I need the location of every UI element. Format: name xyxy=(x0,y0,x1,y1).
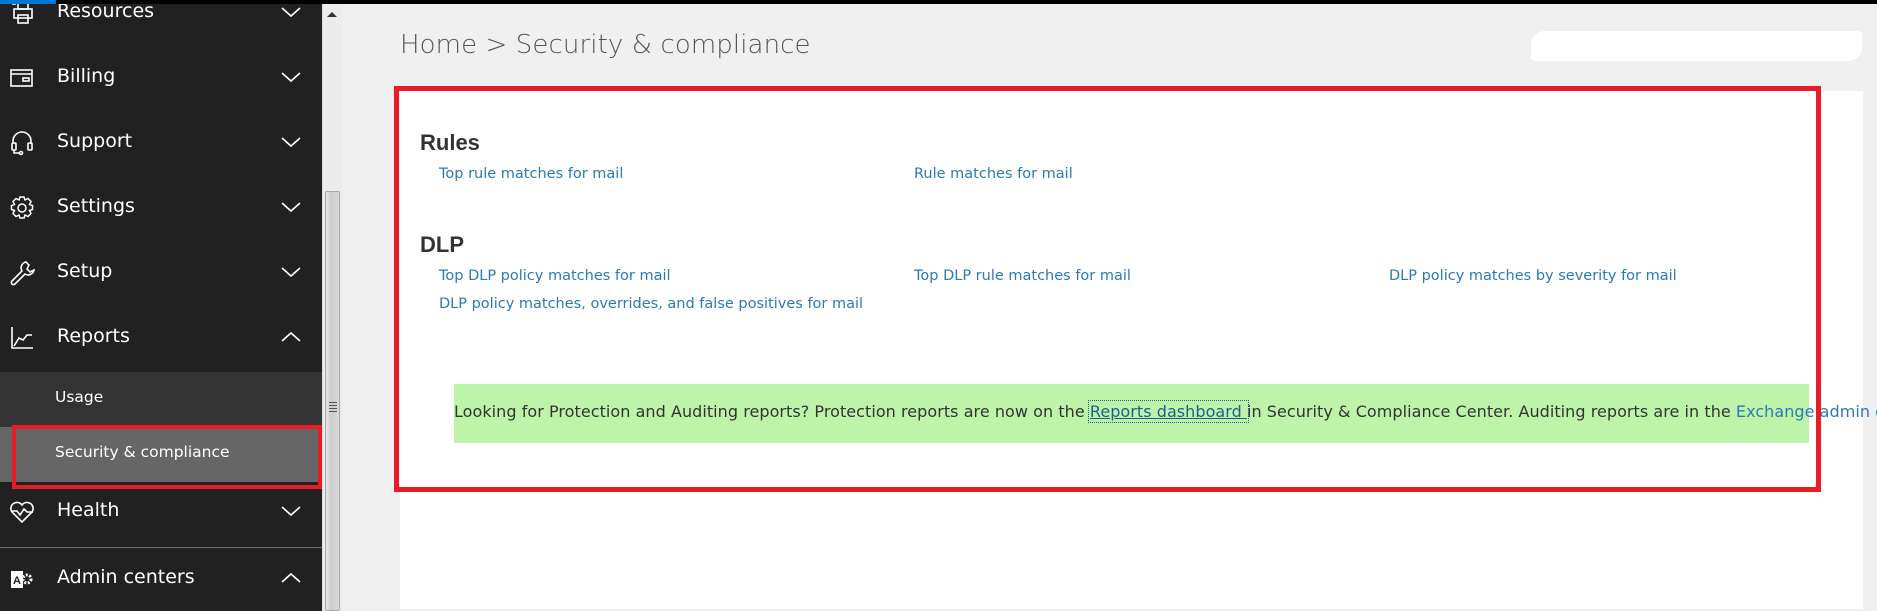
sidebar-item-label: Settings xyxy=(57,195,135,217)
chevron-up-icon[interactable] xyxy=(280,568,302,588)
chevron-down-icon[interactable] xyxy=(280,4,302,22)
heart-pulse-icon xyxy=(9,499,35,525)
sidebar-item-label: Support xyxy=(57,130,133,152)
wrench-icon xyxy=(9,260,36,286)
headset-icon xyxy=(9,130,35,156)
scroll-up-arrow-icon[interactable] xyxy=(327,12,337,17)
notice-text-middle: in Security & Compliance Center. Auditin… xyxy=(1246,402,1736,421)
section-title-rules: Rules xyxy=(420,130,480,155)
breadcrumb: Home > Security & compliance xyxy=(400,30,811,60)
link-dlp-overrides-false-positives[interactable]: DLP policy matches, overrides, and false… xyxy=(439,296,863,312)
sidebar-subitem-usage[interactable]: Usage xyxy=(0,372,322,427)
sidebar-scrollbar[interactable] xyxy=(322,4,343,611)
sidebar-item-resources[interactable]: Resources xyxy=(0,4,322,34)
sidebar-item-admin-centers[interactable]: A Admin centers xyxy=(0,556,322,600)
admin-centers-icon: A xyxy=(9,566,35,592)
sidebar-item-label: Billing xyxy=(57,65,116,87)
sidebar-nav: Resources Billing Support Settings Setup… xyxy=(0,4,322,611)
scrollbar-thumb[interactable] xyxy=(325,191,340,611)
notice-text-before: Looking for Protection and Auditing repo… xyxy=(454,402,1090,421)
link-rule-matches[interactable]: Rule matches for mail xyxy=(914,166,1073,182)
chevron-down-icon[interactable] xyxy=(280,501,302,521)
exchange-admin-center-link[interactable]: Exchange admin center xyxy=(1736,402,1877,421)
link-top-rule-matches[interactable]: Top rule matches for mail xyxy=(439,166,623,182)
sidebar-item-setup[interactable]: Setup xyxy=(0,250,322,294)
sidebar-item-label: Health xyxy=(57,499,120,521)
gear-icon xyxy=(9,195,35,221)
chevron-down-icon[interactable] xyxy=(280,262,302,282)
printer-icon xyxy=(9,4,35,26)
link-dlp-policy-by-severity[interactable]: DLP policy matches by severity for mail xyxy=(1389,268,1677,284)
protection-auditing-notice: Looking for Protection and Auditing repo… xyxy=(454,384,1877,443)
redacted-account-info xyxy=(1531,31,1862,61)
chevron-down-icon[interactable] xyxy=(280,67,302,87)
sidebar-item-health[interactable]: Health xyxy=(0,489,322,533)
billing-card-icon xyxy=(9,65,35,91)
sidebar-item-reports[interactable]: Reports xyxy=(0,315,322,359)
link-top-dlp-policy-matches[interactable]: Top DLP policy matches for mail xyxy=(439,268,671,284)
highlight-box-sidebar xyxy=(12,425,322,489)
sidebar-item-label: Admin centers xyxy=(57,566,195,588)
link-top-dlp-rule-matches[interactable]: Top DLP rule matches for mail xyxy=(914,268,1131,284)
section-title-dlp: DLP xyxy=(420,232,464,257)
sidebar-item-label: Setup xyxy=(57,260,113,282)
notice-text: Looking for Protection and Auditing repo… xyxy=(454,400,1877,423)
svg-text:A: A xyxy=(13,575,21,587)
chevron-up-icon[interactable] xyxy=(280,327,302,347)
sidebar-item-label: Resources xyxy=(57,4,155,22)
chart-line-icon xyxy=(9,325,35,351)
reports-dashboard-link[interactable]: Reports dashboard xyxy=(1087,400,1249,423)
sidebar-item-billing[interactable]: Billing xyxy=(0,55,322,99)
sidebar-item-settings[interactable]: Settings xyxy=(0,185,322,229)
sidebar-item-support[interactable]: Support xyxy=(0,120,322,164)
grip-icon xyxy=(329,402,337,414)
chevron-down-icon[interactable] xyxy=(280,132,302,152)
sidebar-subitem-label: Usage xyxy=(55,388,104,406)
sidebar-item-label: Reports xyxy=(57,325,130,347)
sidebar-divider xyxy=(0,547,322,548)
chevron-down-icon[interactable] xyxy=(280,197,302,217)
